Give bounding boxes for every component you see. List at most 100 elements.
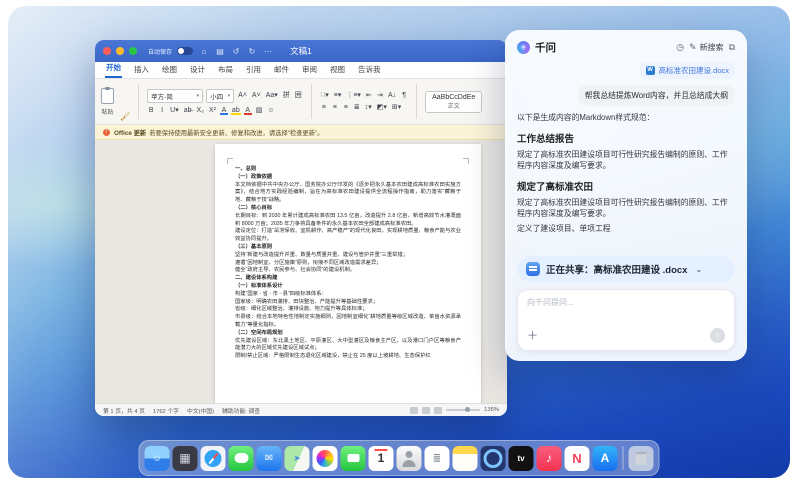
mail-icon[interactable]: ✉ xyxy=(257,446,282,471)
chat-area[interactable]: W 高标准农田建设.docx 帮我总结提炼Word内容，并且总结成大纲 以下是生… xyxy=(517,62,735,249)
redo-icon[interactable]: ↻ xyxy=(246,47,258,56)
paste-icon[interactable] xyxy=(101,88,114,104)
插入[interactable]: 插入 xyxy=(133,62,150,78)
grow-font-button[interactable]: A˄ xyxy=(237,91,248,100)
视图[interactable]: 视图 xyxy=(329,62,346,78)
status-item[interactable]: 中文(中国) xyxy=(187,406,214,415)
notes-icon[interactable] xyxy=(453,446,478,471)
font-color-button[interactable]: A xyxy=(244,106,252,115)
document-page[interactable]: 一、总则（一）政策依据本文档依据中共中央办公厅、国务院办公厅印发的《逐步把永久基… xyxy=(215,144,481,403)
布局[interactable]: 布局 xyxy=(217,62,234,78)
shrink-font-button[interactable]: A˅ xyxy=(251,91,262,100)
finder-icon[interactable]: ☺ xyxy=(145,446,170,471)
告诉我[interactable]: 告诉我 xyxy=(357,62,382,78)
zoom-level[interactable]: 135% xyxy=(484,407,499,413)
underline-button[interactable]: U▾ xyxy=(169,106,180,115)
superscript-button[interactable]: X² xyxy=(208,106,217,115)
reminders-icon[interactable]: ≣ xyxy=(425,446,450,471)
line-spacing-button[interactable]: ↕▾ xyxy=(364,103,373,112)
focus-view-icon[interactable] xyxy=(434,407,442,414)
align-center-button[interactable]: ≡ xyxy=(331,103,339,112)
italic-button[interactable]: I xyxy=(158,106,166,115)
align-right-button[interactable]: ≡ xyxy=(342,103,350,112)
multilevel-list-button[interactable]: ⋮≡▾ xyxy=(345,91,362,100)
chat-input-card[interactable]: 向千问提问... ＋ ↑ xyxy=(517,289,735,351)
change-case-button[interactable]: Aa▾ xyxy=(265,91,279,100)
increase-indent-button[interactable]: ⇥ xyxy=(376,91,384,100)
decrease-indent-button[interactable]: ⇤ xyxy=(365,91,373,100)
attach-button[interactable]: ＋ xyxy=(527,327,538,343)
facetime-icon[interactable] xyxy=(341,446,366,471)
calendar-icon[interactable]: 1 xyxy=(369,446,394,471)
font-name-select[interactable]: 苹方-简▾ xyxy=(147,89,203,103)
launchpad-icon[interactable]: ▦ xyxy=(173,446,198,471)
music-icon[interactable]: ♪ xyxy=(537,446,562,471)
document-canvas[interactable]: 一、总则（一）政策依据本文档依据中共中央办公厅、国务院办公厅印发的《逐步把永久基… xyxy=(95,140,507,403)
status-item[interactable]: 第 1 页，共 4 页 xyxy=(103,406,145,415)
shading-button[interactable]: ◩▾ xyxy=(376,103,388,112)
enclose-characters-button[interactable]: 囲 xyxy=(294,91,303,100)
bold-button[interactable]: B xyxy=(147,106,155,115)
phonetic-guide-button[interactable]: 拼 xyxy=(282,91,291,100)
save-icon[interactable]: ▤ xyxy=(214,47,226,56)
maps-icon[interactable]: ➤ xyxy=(285,446,310,471)
word-titlebar[interactable]: 自动保存 ⌂▤↺↻⋯ 文稿1 xyxy=(95,40,507,62)
sort-button[interactable]: A↓ xyxy=(387,91,397,100)
status-item[interactable]: 1762 个字 xyxy=(153,406,179,415)
status-item[interactable]: 辅助功能: 调查 xyxy=(222,406,260,415)
align-left-button[interactable]: ≡ xyxy=(320,103,328,112)
emoji-button[interactable]: ☺ xyxy=(266,106,275,115)
chat-input-placeholder[interactable]: 向千问提问... xyxy=(527,297,725,308)
undo-icon[interactable]: ↺ xyxy=(230,47,242,56)
office-update-banner[interactable]: ! Office 更新若要保持使用最新安全更新、修复和改进，请选择“检查更新”。 xyxy=(95,125,507,140)
highlight-color-button[interactable]: ab xyxy=(231,106,241,115)
format-painter-icon[interactable]: 🖌 xyxy=(120,112,130,121)
close-window-button[interactable] xyxy=(103,47,111,55)
assistant-text-block: 定义了建设项目、单项工程 xyxy=(517,223,735,234)
ribbon-separator xyxy=(311,84,312,119)
justify-button[interactable]: ≣ xyxy=(353,103,361,112)
subscript-button[interactable]: X₂ xyxy=(196,106,205,115)
borders-button[interactable]: ⊞▾ xyxy=(391,103,402,112)
web-layout-view-icon[interactable] xyxy=(422,407,430,414)
style-gallery[interactable]: AaBbCcDdEe 正文 xyxy=(425,91,482,113)
邮件[interactable]: 邮件 xyxy=(273,62,290,78)
设计[interactable]: 设计 xyxy=(189,62,206,78)
contacts-icon[interactable] xyxy=(397,446,422,471)
new-search-button[interactable]: ✎ 新搜索 xyxy=(689,42,724,53)
photo-booth-icon[interactable] xyxy=(481,446,506,471)
send-button[interactable]: ↑ xyxy=(710,328,725,343)
text-effects-button[interactable]: A xyxy=(220,106,228,115)
绘图[interactable]: 绘图 xyxy=(161,62,178,78)
style-sample: AaBbCcDdEe xyxy=(432,94,475,101)
zoom-window-button[interactable] xyxy=(129,47,137,55)
zoom-slider[interactable] xyxy=(446,409,480,411)
strikethrough-button[interactable]: ab̶ xyxy=(183,106,193,115)
apple-tv-icon[interactable]: tv xyxy=(509,446,534,471)
sharing-status-bar[interactable]: 正在共享：高标准农田建设 .docx ⌄ xyxy=(517,256,735,282)
审阅[interactable]: 审阅 xyxy=(301,62,318,78)
more-icon[interactable]: ⋯ xyxy=(262,47,274,56)
bullet-list-button[interactable]: ∷▾ xyxy=(320,91,330,100)
引用[interactable]: 引用 xyxy=(245,62,262,78)
开始[interactable]: 开始 xyxy=(105,60,122,78)
home-icon[interactable]: ⌂ xyxy=(198,47,210,56)
char-shading-button[interactable]: ▨ xyxy=(255,106,264,115)
news-icon[interactable]: N xyxy=(565,446,590,471)
messages-icon[interactable] xyxy=(229,446,254,471)
autosave-toggle[interactable] xyxy=(177,47,193,55)
number-list-button[interactable]: ≡▾ xyxy=(333,91,343,100)
print-layout-view-icon[interactable] xyxy=(410,407,418,414)
app-store-icon[interactable]: A xyxy=(593,446,618,471)
user-message-bubble: 帮我总结提炼Word内容，并且总结成大纲 xyxy=(578,85,735,106)
expand-icon[interactable]: ⧉ xyxy=(729,42,735,53)
history-icon[interactable]: ◷ xyxy=(676,42,684,53)
safari-icon[interactable] xyxy=(201,446,226,471)
paragraph-marks-button[interactable]: ¶ xyxy=(400,91,408,100)
font-size-select[interactable]: 小四▾ xyxy=(206,89,234,103)
minimize-window-button[interactable] xyxy=(116,47,124,55)
chevron-down-icon[interactable]: ⌄ xyxy=(695,265,702,274)
attached-file-chip[interactable]: W 高标准农田建设.docx xyxy=(640,62,735,79)
photos-icon[interactable] xyxy=(313,446,338,471)
trash-icon[interactable] xyxy=(629,446,654,471)
